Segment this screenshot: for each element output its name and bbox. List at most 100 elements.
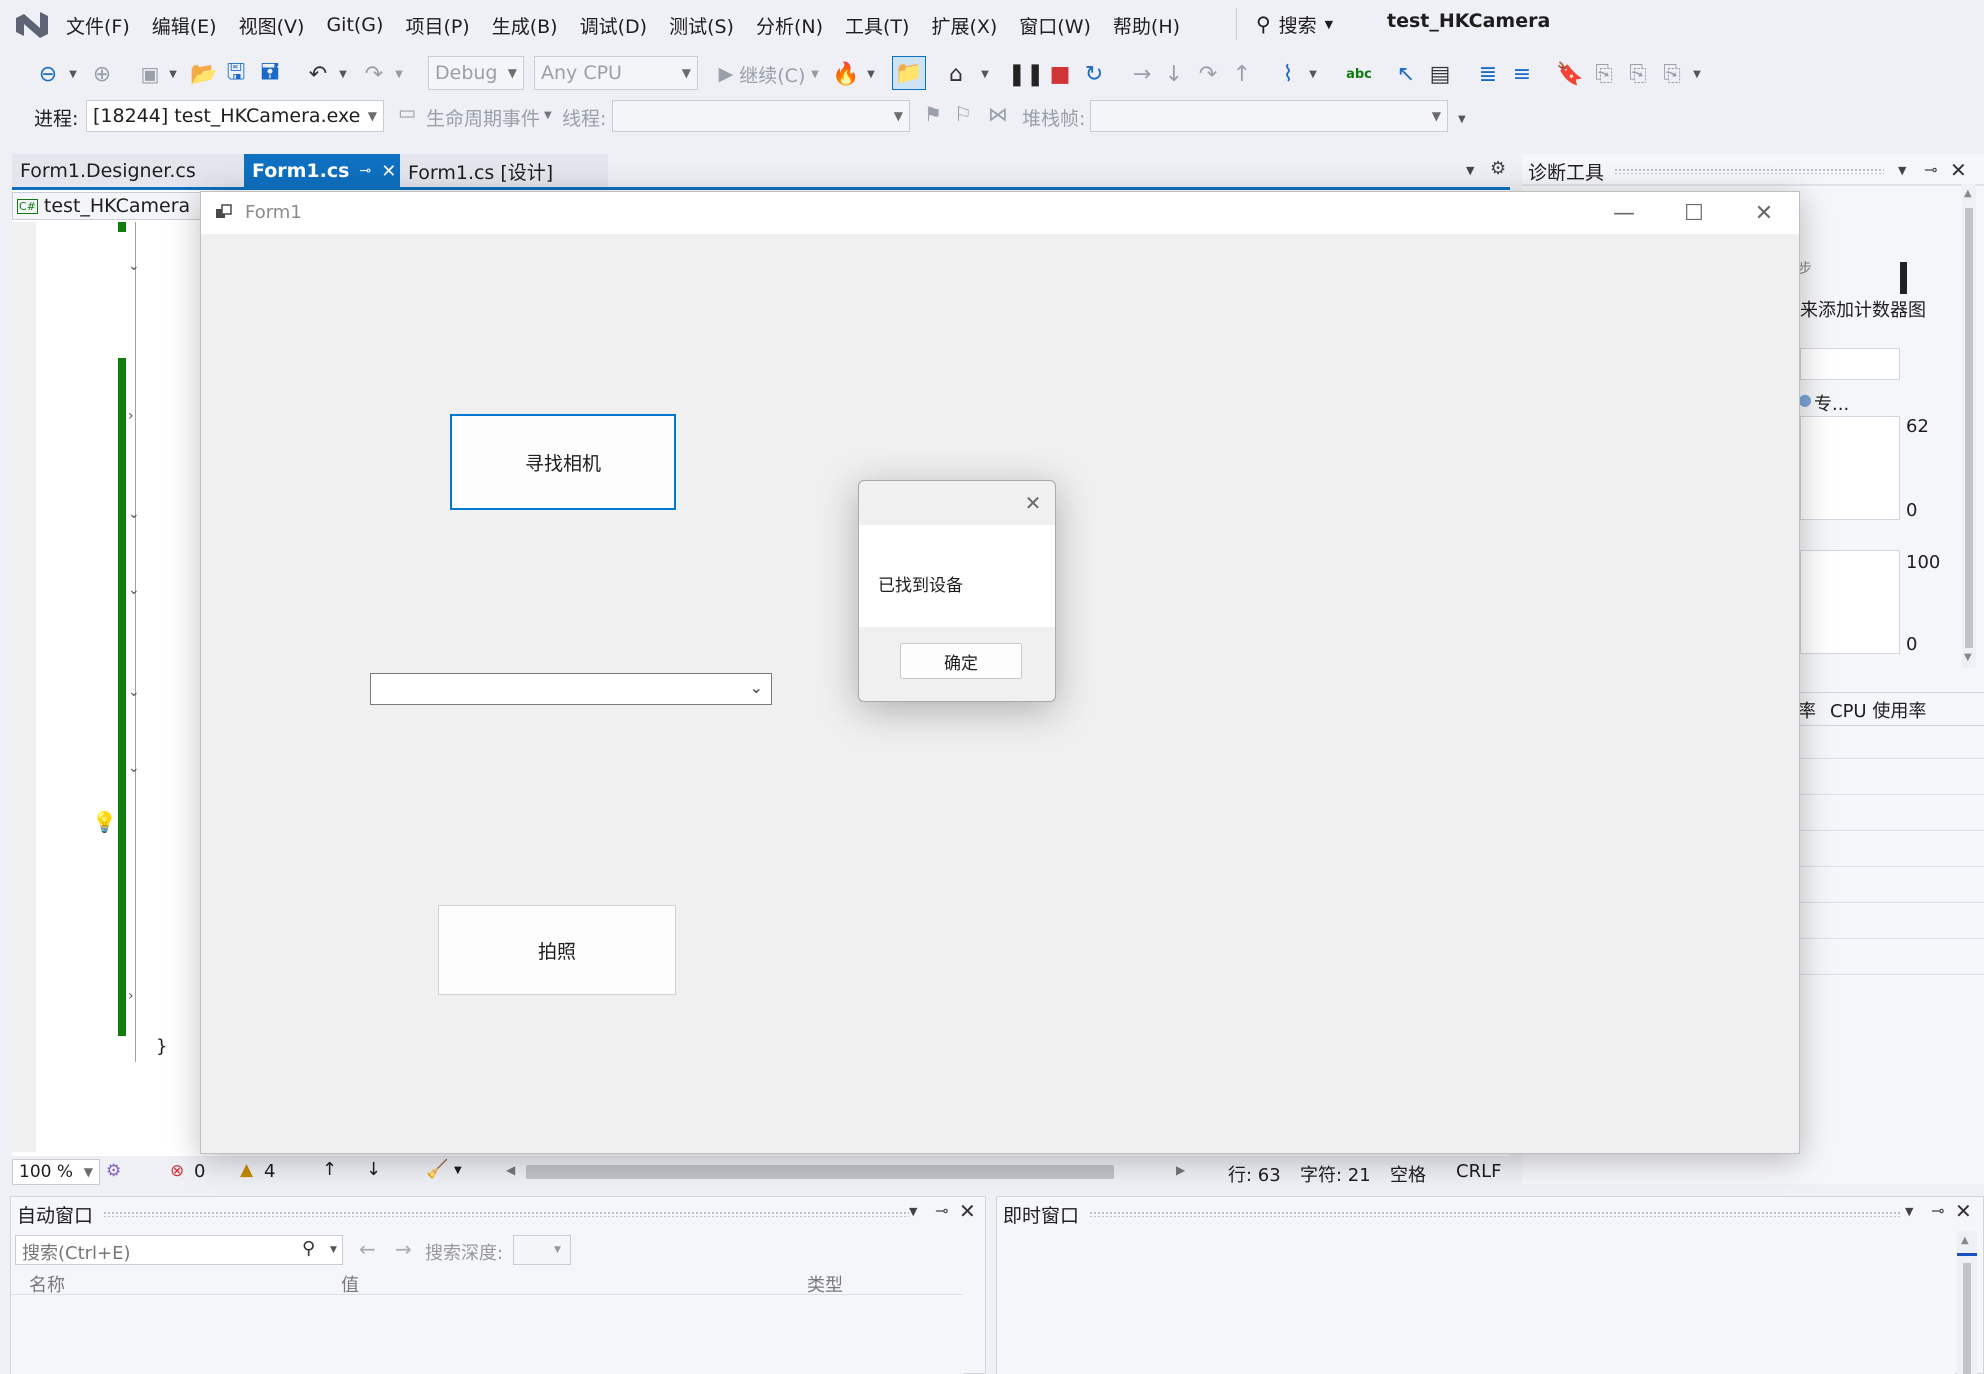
stackframe-combo[interactable]: ▼	[1090, 100, 1448, 132]
bookmark-icon[interactable]: 🔖	[1556, 60, 1584, 88]
spell-check-icon[interactable]: abc	[1344, 60, 1374, 88]
search-forward-icon[interactable]: →	[395, 1237, 412, 1261]
gear-icon[interactable]: ⚙	[1490, 158, 1506, 179]
error-icon[interactable]: ⊗	[170, 1161, 184, 1181]
horizontal-scrollbar-thumb[interactable]	[526, 1165, 1114, 1179]
copilot-icon[interactable]: ⚙	[106, 1161, 121, 1181]
step-out-icon[interactable]: ↑	[1228, 60, 1256, 88]
pin-icon[interactable]: ⊸	[1931, 1201, 1944, 1220]
minimize-icon[interactable]: —	[1589, 192, 1659, 234]
arrow-down-icon[interactable]: ↓	[366, 1159, 381, 1180]
chevron-down-icon[interactable]: ▼	[909, 1205, 917, 1218]
code-cleanup-icon[interactable]: 🧹	[426, 1159, 448, 1180]
menu-window[interactable]: 窗口(W)	[1013, 12, 1107, 39]
menu-help[interactable]: 帮助(H)	[1107, 12, 1196, 39]
search-icon[interactable]: ⚲	[302, 1238, 315, 1259]
stop-icon[interactable]: ■	[1046, 60, 1074, 88]
search-depth-combo[interactable]: ▼	[513, 1235, 571, 1265]
whitespace-indicator[interactable]: 空格	[1390, 1161, 1426, 1187]
thread-filter-icon[interactable]: ⋈	[988, 102, 1008, 126]
browser-link-icon[interactable]: ⌂	[942, 60, 970, 88]
menu-git[interactable]: Git(G)	[320, 14, 399, 36]
clear-bookmarks-icon[interactable]: ⎘	[1658, 60, 1686, 88]
scroll-down-icon[interactable]: ▼	[1964, 652, 1972, 663]
tab-form1-designer[interactable]: Form1.Designer.cs	[12, 154, 244, 188]
chevron-down-icon[interactable]: ▼	[454, 1165, 462, 1176]
outdent-icon[interactable]: ≡	[1508, 60, 1536, 88]
project-nav-combo[interactable]: C# test_HKCamera	[12, 192, 202, 220]
column-type[interactable]: 类型	[807, 1271, 843, 1297]
chevron-down-icon[interactable]: ▼	[330, 1245, 337, 1255]
lifecycle-events-label[interactable]: 生命周期事件	[426, 104, 540, 131]
chevron-down-icon[interactable]: ▼	[864, 60, 878, 88]
flag-all-icon[interactable]: ⚐	[954, 102, 972, 126]
expand-icon[interactable]: ›	[128, 988, 134, 1004]
tab-form1-design[interactable]: Form1.cs [设计]	[400, 154, 608, 188]
warning-icon[interactable]: ▲	[240, 1160, 253, 1180]
scrollbar-thumb[interactable]	[1963, 1263, 1971, 1374]
chevron-down-icon[interactable]: ▼	[336, 60, 350, 88]
scrollbar-thumb[interactable]	[1965, 208, 1973, 648]
pin-icon[interactable]: ⊸	[1924, 160, 1937, 179]
menu-extensions[interactable]: 扩展(X)	[925, 12, 1013, 39]
take-photo-button[interactable]: 拍照	[438, 905, 676, 995]
column-value[interactable]: 值	[341, 1271, 359, 1297]
diagnostics-icon[interactable]: ⌇	[1274, 60, 1302, 88]
back-icon[interactable]: ⊖	[34, 60, 62, 88]
step-into-icon[interactable]: ↓	[1160, 60, 1188, 88]
forward-icon[interactable]: ⊕	[88, 60, 116, 88]
undo-icon[interactable]: ↶	[304, 60, 332, 88]
char-indicator[interactable]: 字符: 21	[1300, 1161, 1371, 1187]
pause-icon[interactable]: ❚❚	[1008, 60, 1045, 88]
ok-button[interactable]: 确定	[900, 643, 1022, 679]
chevron-down-icon[interactable]: ▼	[166, 60, 180, 88]
pin-icon[interactable]: ⊸	[359, 163, 371, 179]
menu-project[interactable]: 项目(P)	[399, 12, 485, 39]
immediate-input-area[interactable]	[997, 1231, 1955, 1374]
tab-cpu-usage[interactable]: CPU 使用率	[1830, 697, 1926, 723]
pin-icon[interactable]: ⊸	[935, 1201, 948, 1220]
collapse-icon[interactable]: ⌄	[128, 258, 140, 274]
close-icon[interactable]: ✕	[1955, 1199, 1972, 1223]
toolbar-overflow-icon[interactable]: ▼	[1690, 60, 1704, 88]
menu-file[interactable]: 文件(F)	[60, 12, 146, 39]
menu-debug[interactable]: 调试(D)	[574, 12, 663, 39]
line-indicator[interactable]: 行: 63	[1228, 1161, 1281, 1187]
chevron-down-icon[interactable]: ▼	[1905, 1205, 1913, 1218]
column-name[interactable]: 名称	[29, 1271, 65, 1297]
config-combo[interactable]: Debug ▼	[428, 56, 524, 90]
next-bookmark-icon[interactable]: ⎘	[1624, 60, 1652, 88]
diag-scrollbar[interactable]: ▲ ▼	[1962, 184, 1976, 668]
close-icon[interactable]: ✕	[1019, 489, 1047, 517]
collapse-icon[interactable]: ⌄	[128, 760, 140, 776]
collapse-icon[interactable]: ⌄	[128, 506, 140, 522]
chevron-down-icon[interactable]: ▼	[978, 60, 992, 88]
redo-icon[interactable]: ↷	[360, 60, 388, 88]
menu-build[interactable]: 生成(B)	[486, 12, 574, 39]
process-combo[interactable]: [18244] test_HKCamera.exe ▼	[86, 100, 384, 132]
process-item-label[interactable]: 专...	[1814, 390, 1849, 416]
flag-icon[interactable]: ⚑	[924, 102, 942, 126]
chevron-down-icon[interactable]: ▼	[1306, 60, 1320, 88]
chevron-down-icon[interactable]: ▼	[808, 60, 822, 88]
find-camera-button[interactable]: 寻找相机	[450, 414, 676, 510]
camera-select[interactable]: ⌄	[370, 673, 772, 705]
scroll-up-icon[interactable]: ▲	[1964, 188, 1972, 199]
menu-tools[interactable]: 工具(T)	[839, 12, 925, 39]
show-threads-icon[interactable]: 📁	[892, 56, 926, 90]
scroll-left-icon[interactable]: ◀	[506, 1163, 515, 1177]
continue-button[interactable]: ▶ 继续(C)	[712, 60, 812, 88]
menu-analyze[interactable]: 分析(N)	[750, 12, 839, 39]
warning-count[interactable]: 4	[264, 1161, 275, 1182]
chevron-down-icon[interactable]: ▼	[544, 110, 552, 121]
prev-bookmark-icon[interactable]: ⎘	[1590, 60, 1618, 88]
thread-combo[interactable]: ▼	[612, 100, 910, 132]
scroll-right-icon[interactable]: ▶	[1176, 1163, 1185, 1177]
hot-reload-icon[interactable]: 🔥	[832, 60, 860, 88]
close-icon[interactable]: ✕	[1950, 158, 1967, 182]
menu-test[interactable]: 测试(S)	[663, 12, 750, 39]
menu-view[interactable]: 视图(V)	[233, 12, 321, 39]
scroll-up-icon[interactable]: ▲	[1961, 1235, 1969, 1246]
show-next-statement-icon[interactable]: →	[1128, 60, 1156, 88]
autos-search-input[interactable]: 搜索(Ctrl+E) ⚲ ▼	[15, 1235, 343, 1265]
